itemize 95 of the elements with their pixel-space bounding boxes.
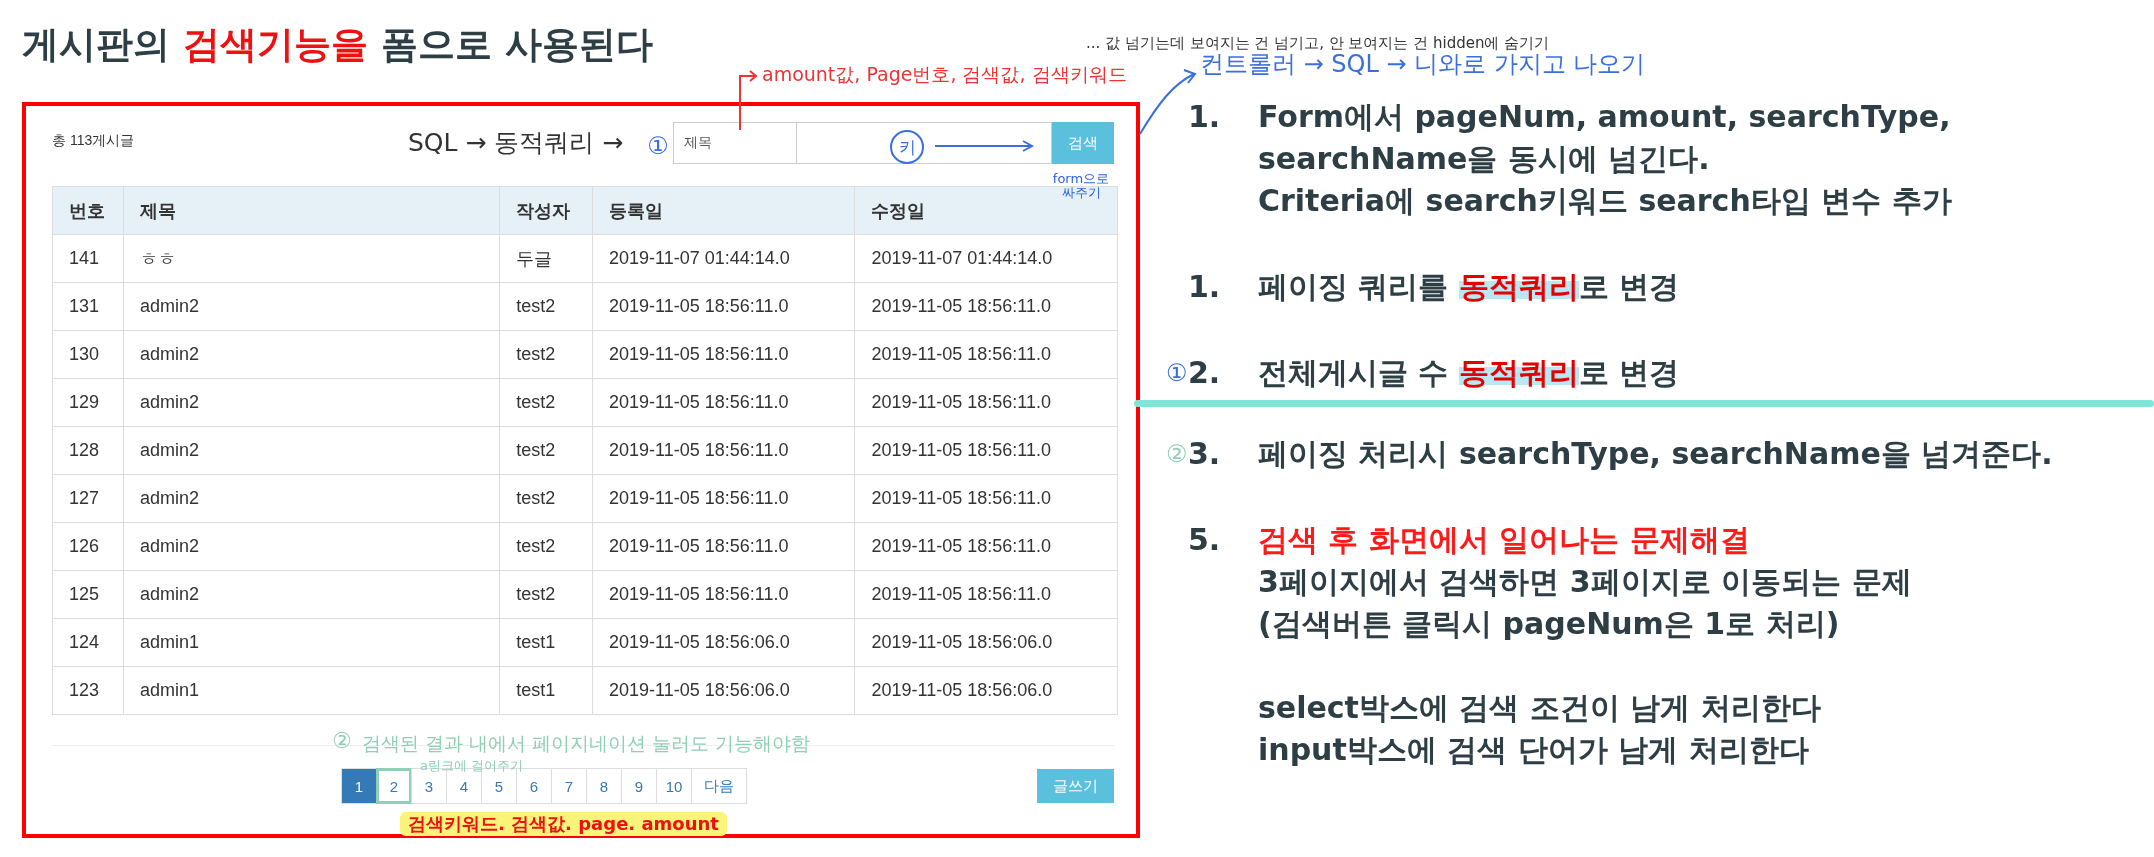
search-input[interactable] [797, 122, 1052, 164]
note-number: 3. [1188, 435, 1222, 473]
handwritten-note: 검색된 결과 내에서 페이지네이션 눌러도 기능해야함 [362, 731, 811, 756]
table-cell: 2019-11-07 01:44:14.0 [592, 234, 855, 283]
page-link[interactable]: 7 [551, 768, 587, 804]
note-text: input박스에 검색 단어가 남게 처리한다 [1258, 731, 1810, 769]
table-cell: 2019-11-05 18:56:06.0 [592, 618, 855, 667]
page-link[interactable]: 10 [656, 768, 692, 804]
next-page-link[interactable]: 다음 [691, 768, 747, 804]
table-cell: admin2 [123, 330, 500, 379]
table-cell: 2019-11-07 01:44:14.0 [854, 234, 1118, 283]
note-text: 전체게시글 수 동적쿼리로 변경 [1258, 354, 1680, 392]
handwritten-note: ... 값 넘기는데 보여지는 건 넘기고, 안 보여지는 건 hidden에 숨기기 [1086, 34, 1550, 53]
page-title: 게시판의 검색기능을 폼으로 사용된다 [22, 22, 653, 68]
search-type-select[interactable]: 제목 [673, 122, 797, 164]
page-link[interactable]: 1 [341, 768, 377, 804]
note-text: 페이징 쿼리를 동적쿼리로 변경 [1258, 268, 1680, 306]
table-cell: admin2 [123, 474, 500, 523]
column-header: 번호 [52, 186, 124, 235]
table-cell: 130 [52, 330, 124, 379]
note-text: 페이징 처리시 searchType, searchName을 넘겨준다. [1258, 435, 2053, 473]
table-cell: 2019-11-05 18:56:11.0 [592, 522, 855, 571]
column-header: 작성자 [499, 186, 593, 235]
table-cell: 124 [52, 618, 124, 667]
table-cell: 126 [52, 522, 124, 571]
note-text: Form에서 pageNum, amount, searchType, [1258, 98, 1952, 136]
table-cell: admin1 [123, 618, 500, 667]
table-cell: 2019-11-05 18:56:11.0 [592, 474, 855, 523]
page-link[interactable]: 6 [516, 768, 552, 804]
table-cell: 2019-11-05 18:56:06.0 [854, 666, 1118, 715]
table-cell: test2 [499, 570, 593, 619]
table-cell: 129 [52, 378, 124, 427]
table-cell: test2 [499, 522, 593, 571]
handwritten-mark: ② [1166, 439, 1188, 470]
note-number: 5. [1188, 521, 1222, 559]
table-cell: 131 [52, 282, 124, 331]
handwritten-mark: 키 [890, 130, 924, 164]
handwritten-note: SQL → 동적쿼리 → [408, 127, 624, 159]
table-cell: 2019-11-05 18:56:11.0 [854, 522, 1118, 571]
table-cell: 128 [52, 426, 124, 475]
handwritten-mark: ② [332, 728, 352, 753]
handwritten-note: amount값, Page번호, 검색값, 검색키워드 [762, 62, 1127, 87]
handwritten-note: 컨트롤러 → SQL → 니와로 가지고 나오기 [1200, 50, 1646, 80]
table-cell: test2 [499, 330, 593, 379]
table-cell: test1 [499, 618, 593, 667]
table-cell: 2019-11-05 18:56:11.0 [854, 330, 1118, 379]
handwritten-mark: ① [1166, 358, 1188, 389]
table-cell: 2019-11-05 18:56:11.0 [592, 330, 855, 379]
note-number: 2. [1188, 354, 1222, 392]
note-text: searchName을 동시에 넘긴다. [1258, 140, 1711, 178]
note-text: Criteria에 search키워드 search타입 변수 추가 [1258, 182, 1952, 220]
table-cell: 2019-11-05 18:56:11.0 [592, 378, 855, 427]
note-text: (검색버튼 클릭시 pageNum은 1로 처리) [1258, 605, 1841, 643]
table-cell: admin1 [123, 666, 500, 715]
page-link[interactable]: 9 [621, 768, 657, 804]
table-cell: 2019-11-05 18:56:11.0 [854, 378, 1118, 427]
table-cell: test2 [499, 378, 593, 427]
table-cell: 123 [52, 666, 124, 715]
note-text: 3페이지에서 검색하면 3페이지로 이동되는 문제 [1258, 563, 1912, 601]
table-cell: admin2 [123, 570, 500, 619]
post-count: 총 113게시글 [52, 132, 135, 150]
table-cell: test1 [499, 666, 593, 715]
table-cell: admin2 [123, 522, 500, 571]
table-cell: test2 [499, 474, 593, 523]
table-cell: 127 [52, 474, 124, 523]
table-cell: 141 [52, 234, 124, 283]
table-cell: 두글 [499, 234, 593, 283]
table-cell: 2019-11-05 18:56:11.0 [854, 570, 1118, 619]
table-cell: test2 [499, 426, 593, 475]
table-cell: 2019-11-05 18:56:11.0 [592, 282, 855, 331]
table-cell: 2019-11-05 18:56:11.0 [592, 570, 855, 619]
table-cell: 2019-11-05 18:56:11.0 [854, 426, 1118, 475]
table-cell: 2019-11-05 18:56:06.0 [854, 618, 1118, 667]
table-cell: 2019-11-05 18:56:06.0 [592, 666, 855, 715]
note-number: 1. [1188, 268, 1222, 306]
note-heading: 검색 후 화면에서 일어나는 문제해결 [1258, 521, 1751, 559]
table-cell: admin2 [123, 426, 500, 475]
table-cell: 2019-11-05 18:56:11.0 [592, 426, 855, 475]
table-cell: admin2 [123, 378, 500, 427]
table-cell: admin2 [123, 282, 500, 331]
note-number: 1. [1188, 98, 1222, 136]
table-cell: 2019-11-05 18:56:11.0 [854, 282, 1118, 331]
note-text: select박스에 검색 조건이 남게 처리한다 [1258, 689, 1822, 727]
table-cell: test2 [499, 282, 593, 331]
page-link[interactable]: 8 [586, 768, 622, 804]
handwritten-note: 검색키워드. 검색값. page. amount [400, 812, 727, 836]
table-cell: ㅎㅎ [123, 234, 500, 283]
arrow-icon [935, 140, 1035, 152]
column-header: 제목 [123, 186, 500, 235]
handwritten-note: form으로 싸주기 [1051, 172, 1111, 200]
table-cell: 125 [52, 570, 124, 619]
page-link[interactable]: 2 [376, 768, 412, 804]
column-header: 등록일 [592, 186, 855, 235]
table-cell: 2019-11-05 18:56:11.0 [854, 474, 1118, 523]
handwritten-mark: ① [648, 134, 668, 158]
